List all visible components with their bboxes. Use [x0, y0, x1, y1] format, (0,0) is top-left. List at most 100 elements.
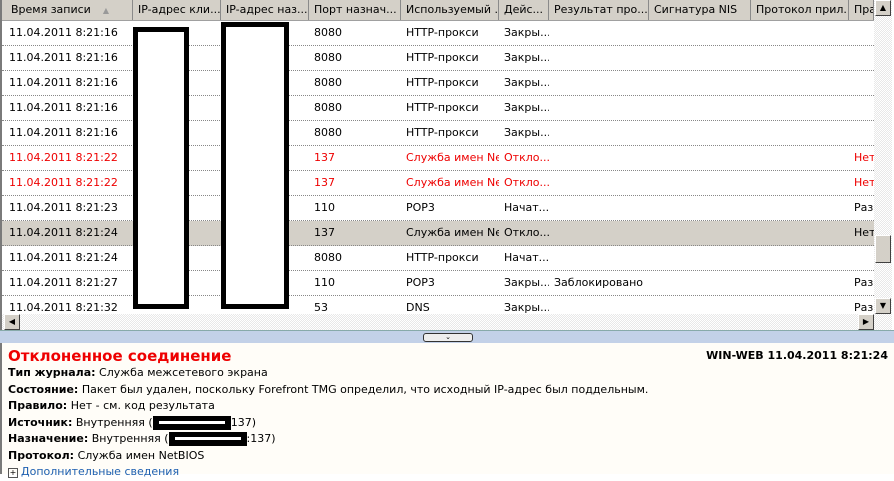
vertical-scrollbar[interactable]: ▲ ▼ — [874, 0, 892, 314]
scroll-thumb[interactable] — [875, 235, 891, 263]
cell-action: Откло... — [504, 226, 549, 239]
cell-action: Откло... — [504, 176, 549, 189]
source-field: Источник: Внутренняя ( 137) — [8, 415, 888, 432]
cell-time: 11.04.2011 8:21:22 — [9, 151, 118, 164]
cell-time: 11.04.2011 8:21:27 — [9, 276, 118, 289]
column-header[interactable]: Дейс... — [499, 0, 549, 20]
field-label: Источник: — [8, 415, 73, 429]
log-grid: Время записи ▲ IP-адрес кли... IP-адрес наз… — [0, 0, 894, 330]
cell-proto: POP3 — [406, 276, 435, 289]
cell-rule: Нет — [854, 151, 874, 164]
cell-rule: Разр — [854, 201, 874, 214]
cell-port: 8080 — [314, 51, 342, 64]
detail-field: Состояние: Пакет был удален, поскольку F… — [8, 382, 888, 399]
cell-action: Закры... — [504, 51, 549, 64]
column-header[interactable]: IP-адрес кли... — [133, 0, 221, 20]
cell-time: 11.04.2011 8:21:16 — [9, 51, 118, 64]
scroll-right-icon[interactable]: ▶ — [858, 314, 874, 330]
column-header-label: Время записи — [11, 3, 91, 16]
cell-port: 137 — [314, 176, 335, 189]
field-value: Внутренняя ( — [75, 415, 153, 429]
cell-time: 11.04.2011 8:21:24 — [9, 226, 118, 239]
column-header[interactable]: Время записи ▲ — [6, 0, 133, 20]
column-header-label: Порт назнач... — [314, 3, 397, 16]
column-header-label: Пра — [854, 3, 874, 16]
column-header[interactable]: Сигнатура NIS — [649, 0, 751, 20]
cell-rule: Разр — [854, 276, 874, 289]
cell-action: Начат... — [504, 201, 549, 214]
column-header-label: IP-адрес кли... — [138, 3, 221, 16]
cell-port: 137 — [314, 226, 335, 239]
cell-port: 110 — [314, 276, 335, 289]
scroll-left-icon[interactable]: ◀ — [4, 314, 20, 330]
scroll-up-icon[interactable]: ▲ — [875, 0, 891, 16]
cell-time: 11.04.2011 8:21:22 — [9, 176, 118, 189]
cell-result: Заблокировано — [554, 276, 643, 289]
cell-action: Начат... — [504, 251, 549, 264]
expand-plus-icon[interactable]: + — [8, 468, 18, 478]
column-header[interactable]: Результат про... — [549, 0, 649, 20]
protocol-field: Протокол: Служба имен NetBIOS — [8, 448, 888, 465]
field-value: 137) — [230, 415, 256, 429]
horizontal-scrollbar[interactable]: ◀ ▶ — [2, 314, 892, 330]
column-header-label: Протокол прил... — [756, 3, 849, 16]
field-label: Тип журнала: — [8, 366, 96, 379]
cell-port: 8080 — [314, 26, 342, 39]
cell-time: 11.04.2011 8:21:16 — [9, 126, 118, 139]
splitter-bar[interactable]: ⌄ — [0, 330, 894, 343]
cell-action: Закры... — [504, 126, 549, 139]
cell-proto: Служба имен Ne... — [406, 151, 499, 164]
cell-port: 8080 — [314, 76, 342, 89]
column-header[interactable]: Пра — [849, 0, 874, 20]
cell-time: 11.04.2011 8:21:16 — [9, 76, 118, 89]
cell-action: Закры... — [504, 76, 549, 89]
details-timestamp: WIN-WEB 11.04.2011 8:21:24 — [706, 349, 888, 362]
redaction-box-client-ip — [133, 27, 189, 309]
column-header-label: IP-адрес наз... — [226, 3, 308, 16]
column-header-label: Дейс... — [504, 3, 544, 16]
cell-proto: Служба имен Ne... — [406, 176, 499, 189]
field-label: Протокол: — [8, 448, 75, 462]
chevron-down-icon[interactable]: ⌄ — [423, 333, 473, 342]
more-details-label[interactable]: Дополнительные сведения — [21, 465, 179, 478]
cell-proto: HTTP-прокси — [406, 76, 479, 89]
cell-time: 11.04.2011 8:21:23 — [9, 201, 118, 214]
column-header-label: Результат про... — [554, 3, 648, 16]
field-value: Служба имен NetBIOS — [77, 448, 205, 462]
redaction-box-dest-ip — [221, 22, 289, 309]
field-value: Нет - см. код результата — [70, 399, 215, 412]
field-value: Внутренняя ( — [91, 432, 169, 445]
cell-proto: Служба имен Ne... — [406, 226, 499, 239]
detail-field: Правило: Нет - см. код результата — [8, 398, 888, 415]
column-header[interactable]: IP-адрес наз... — [221, 0, 309, 20]
cell-time: 11.04.2011 8:21:24 — [9, 251, 118, 264]
column-header[interactable]: Используемый ... — [401, 0, 499, 20]
cell-action: Закры... — [504, 101, 549, 114]
cell-time: 11.04.2011 8:21:16 — [9, 101, 118, 114]
cell-action: Закры... — [504, 276, 549, 289]
cell-rule: Нет — [854, 176, 874, 189]
cell-port: 8080 — [314, 126, 342, 139]
column-header-label: Сигнатура NIS — [654, 3, 738, 16]
destination-field: Назначение: Внутренняя (:137) — [8, 431, 888, 448]
cell-port: 137 — [314, 151, 335, 164]
field-label: Состояние: — [8, 382, 79, 396]
column-header[interactable]: Протокол прил... — [751, 0, 849, 20]
column-header-label: Используемый ... — [406, 3, 499, 16]
cell-action: Откло... — [504, 151, 549, 164]
cell-port: 110 — [314, 201, 335, 214]
cell-proto: HTTP-прокси — [406, 126, 479, 139]
sort-ascending-icon: ▲ — [102, 6, 109, 15]
column-header[interactable]: Порт назнач... — [309, 0, 401, 20]
redaction-box — [168, 432, 247, 446]
cell-proto: HTTP-прокси — [406, 26, 479, 39]
more-details-link[interactable]: + Дополнительные сведения — [8, 464, 888, 481]
cell-port: 8080 — [314, 251, 342, 264]
scroll-down-icon[interactable]: ▼ — [875, 298, 891, 314]
detail-field: Тип журнала: Служба межсетевого экрана — [8, 365, 888, 382]
cell-proto: POP3 — [406, 201, 435, 214]
redaction-box — [152, 415, 231, 430]
field-value: :137) — [246, 432, 276, 445]
cell-proto: HTTP-прокси — [406, 251, 479, 264]
field-value: Служба межсетевого экрана — [99, 366, 268, 379]
